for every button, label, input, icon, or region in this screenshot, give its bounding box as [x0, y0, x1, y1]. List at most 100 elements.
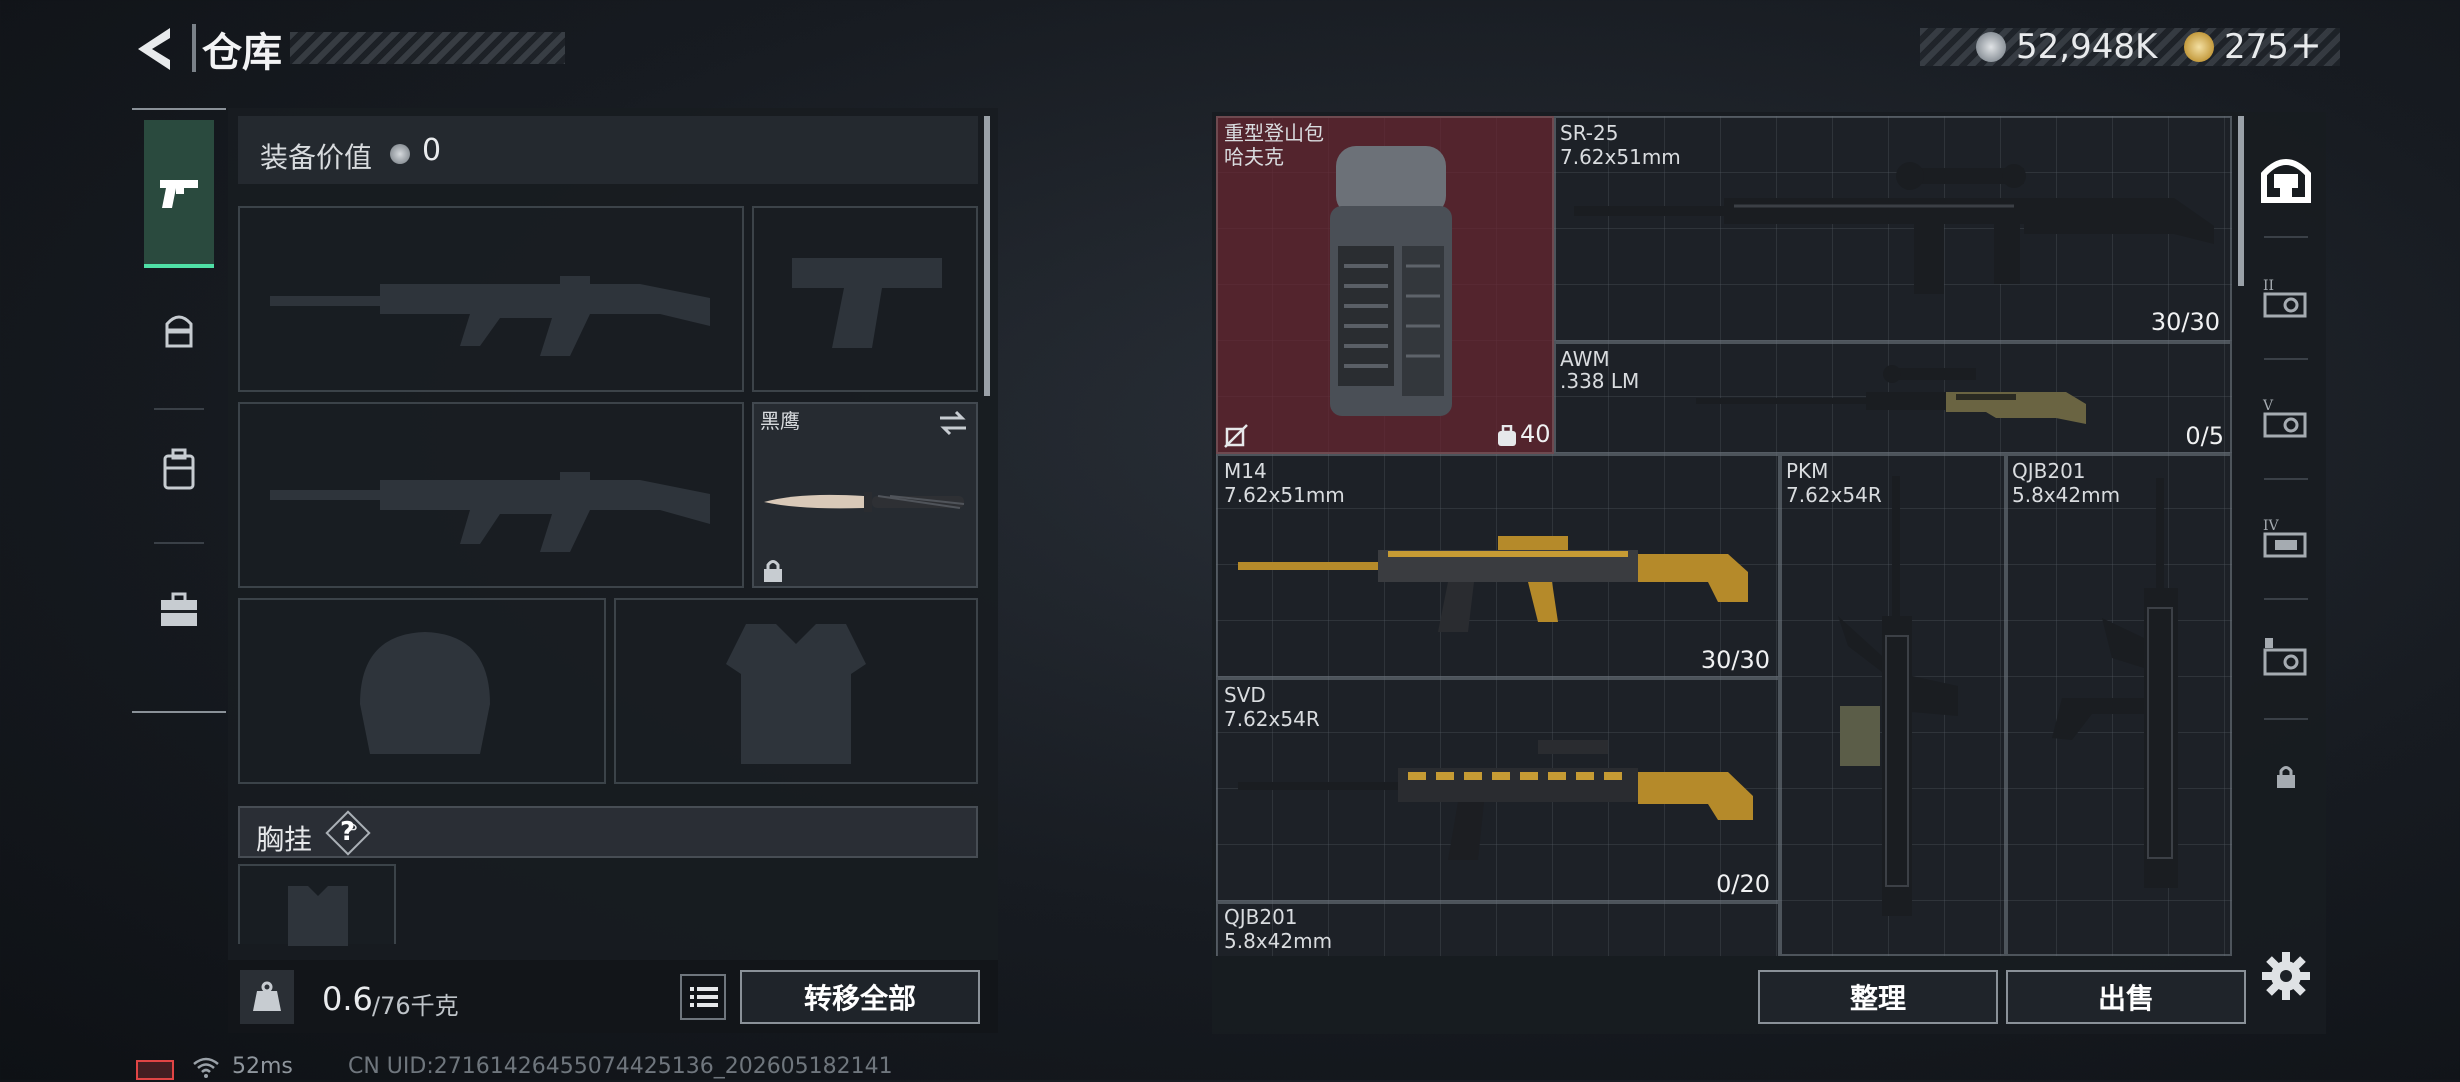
tab-divider [2264, 236, 2308, 238]
tab-stash-5[interactable]: V [2250, 370, 2322, 470]
tab-stash-4[interactable]: IV [2250, 490, 2322, 590]
add-currency-button[interactable]: + [2290, 23, 2322, 67]
helmet-slot[interactable] [238, 598, 606, 784]
storage-item-pkm[interactable]: PKM 7.62x54R [1780, 454, 2006, 956]
tab-case[interactable] [144, 570, 214, 650]
storage-item-backpack[interactable]: 重型登山包 哈夫克 40 [1216, 116, 1554, 454]
silver-coin-icon [1976, 32, 2006, 62]
back-arrow-icon [138, 28, 170, 70]
lock-icon [764, 560, 782, 582]
tab-divider [2264, 598, 2308, 600]
item-ammo: 0/20 [1716, 870, 1770, 898]
tab-divider [2264, 478, 2308, 480]
status-bar: 52ms CN UID:271614264550744251​36_202605… [0, 1048, 2460, 1080]
item-name: 重型登山包 [1224, 121, 1324, 145]
page-title: 仓库 [202, 30, 282, 76]
no-insure-icon [1224, 424, 1248, 448]
stash-case-icon [2263, 638, 2307, 676]
storage-grid: 重型登山包 哈夫克 40 SR-25 7.62x51mm 30/30 AWM .… [1216, 116, 2232, 956]
settings-button[interactable] [2260, 950, 2312, 1002]
coin-icon [390, 144, 410, 164]
uid: CN UID:271614264550744251​36_20260518214… [348, 1054, 893, 1079]
storage-scrollbar[interactable] [2238, 116, 2244, 286]
transfer-all-button[interactable]: 转移全部 [740, 970, 980, 1024]
svd-rifle-image [1238, 740, 1753, 860]
tab-weapons[interactable] [144, 120, 214, 268]
left-tab-strip [132, 108, 226, 713]
sr25-rifle-image [1574, 162, 2214, 294]
item-ammo: 30/30 [2150, 308, 2220, 336]
tab-divider [154, 408, 204, 410]
storage-item-qjb201-2[interactable]: QJB201 5.8x42mm [1216, 902, 1780, 956]
title-stripe [290, 32, 565, 64]
tab-safehouse[interactable] [2250, 128, 2322, 228]
safehouse-icon [2261, 159, 2311, 203]
chest-rig-silhouette-icon [288, 886, 348, 946]
svg-text:IV: IV [2263, 518, 2280, 534]
weight-icon-box [240, 970, 294, 1024]
item-name: SVD [1224, 683, 1266, 707]
gold-currency: 275 [2224, 27, 2289, 67]
weight-icon [253, 981, 281, 1011]
helmet-silhouette-icon [360, 632, 490, 754]
chest-rig-slot[interactable] [238, 864, 396, 946]
battery-icon [136, 1060, 174, 1080]
sort-button[interactable]: 整理 [1758, 970, 1998, 1024]
title-divider [192, 24, 196, 72]
tab-stash-2[interactable]: II [2250, 250, 2322, 350]
melee-slot[interactable]: 黑鹰 [752, 402, 978, 588]
storage-item-sr25[interactable]: SR-25 7.62x51mm 30/30 [1554, 116, 2232, 342]
item-name: M14 [1224, 459, 1267, 483]
equip-value: 0 [422, 133, 442, 168]
m14-rifle-image [1238, 536, 1748, 632]
equip-value-label: 装备价值 [260, 141, 373, 174]
weight-max: /76千克 [372, 992, 459, 1020]
tab-backpack[interactable] [144, 430, 214, 510]
chest-rig-header: 胸挂 ? ? [238, 806, 978, 858]
list-icon [690, 987, 718, 1007]
equip-value-bar: 装备价值 0 [238, 116, 978, 184]
storage-item-svd[interactable]: SVD 7.62x54R 0/20 [1216, 678, 1780, 902]
item-ammo: 30/30 [1700, 646, 1770, 674]
header: 仓库 52,948K 275 + [0, 0, 2460, 100]
qjb201-rifle-image [2052, 478, 2178, 888]
item-name: QJB201 [1224, 905, 1298, 929]
ping: 52ms [232, 1054, 293, 1079]
sell-button[interactable]: 出售 [2006, 970, 2246, 1024]
helmet-vest-icon [165, 315, 193, 348]
swap-icon[interactable] [938, 410, 968, 436]
item-count: 40 [1520, 420, 1551, 448]
item-name: AWM [1560, 347, 1610, 371]
tab-divider [2264, 718, 2308, 720]
item-name: SR-25 [1560, 121, 1619, 145]
tab-locked[interactable] [2250, 730, 2322, 830]
back-button[interactable] [128, 22, 182, 76]
svg-text:V: V [2262, 398, 2274, 414]
stash-v-icon: V [2262, 398, 2307, 438]
tab-armor[interactable] [144, 290, 214, 370]
storage-item-awm[interactable]: AWM .338 LM 0/5 [1554, 342, 2232, 454]
melee-name: 黑鹰 [760, 409, 800, 433]
backpack-icon [163, 448, 195, 490]
tab-stash-case[interactable] [2250, 610, 2322, 710]
storage-item-qjb201-1[interactable]: QJB201 5.8x42mm [2006, 454, 2232, 956]
armor-slot[interactable] [614, 598, 978, 784]
tab-divider [154, 542, 204, 544]
weight-bar: 0.6 /76千克 转移全部 [228, 960, 998, 1033]
loadout-scrollbar[interactable] [984, 116, 990, 396]
lock-icon [2277, 766, 2295, 788]
wifi-icon [192, 1056, 220, 1082]
rifle-silhouette-icon [270, 472, 710, 552]
storage-panel: 重型登山包 哈夫克 40 SR-25 7.62x51mm 30/30 AWM .… [1212, 112, 2326, 1034]
item-sub: .338 LM [1560, 369, 1640, 393]
storage-item-m14[interactable]: M14 7.62x51mm 30/30 [1216, 454, 1780, 678]
silver-currency: 52,948K [2016, 27, 2158, 67]
pistol-silhouette-icon [792, 258, 942, 348]
item-ammo: 0/5 [2185, 422, 2224, 450]
capacity-icon [1498, 425, 1516, 446]
pistol-slot[interactable] [752, 206, 978, 392]
chest-rig-label: 胸挂 [256, 823, 313, 856]
primary-weapon-slot-1[interactable] [238, 206, 744, 392]
list-view-button[interactable] [680, 974, 726, 1020]
primary-weapon-slot-2[interactable] [238, 402, 744, 588]
